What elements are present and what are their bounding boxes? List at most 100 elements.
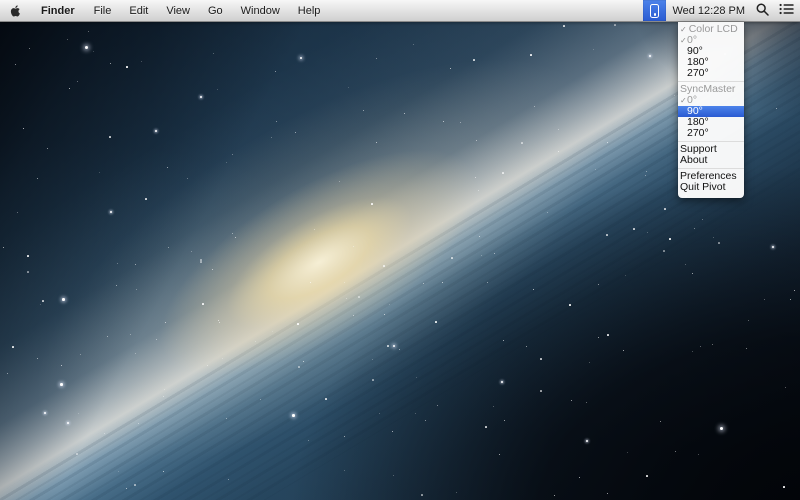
- star: [571, 400, 572, 401]
- star: [598, 284, 599, 285]
- menu-separator: [678, 141, 744, 142]
- star: [772, 246, 774, 248]
- desktop: Finder FileEditViewGoWindowHelp Wed 12:2…: [0, 0, 800, 500]
- menubar-menu-go[interactable]: Go: [199, 0, 232, 21]
- menubar-app-menu[interactable]: Finder: [31, 0, 85, 21]
- star: [698, 454, 699, 455]
- menubar-menu-file[interactable]: File: [85, 0, 121, 21]
- star: [228, 479, 229, 480]
- apple-menu[interactable]: [0, 0, 31, 21]
- menubar-menu-window[interactable]: Window: [232, 0, 289, 21]
- star: [62, 298, 65, 301]
- star: [37, 358, 38, 359]
- star: [3, 247, 4, 248]
- star: [141, 61, 142, 62]
- star: [67, 422, 69, 424]
- star: [501, 381, 503, 383]
- star: [718, 242, 720, 244]
- star: [187, 178, 188, 179]
- star: [135, 353, 136, 354]
- menu-item-syncmaster-270deg[interactable]: 270°: [678, 128, 744, 139]
- star: [276, 121, 277, 122]
- star: [298, 366, 300, 368]
- star: [218, 320, 219, 321]
- menu-item-color-lcd-270deg[interactable]: 270°: [678, 68, 744, 79]
- star: [110, 63, 111, 64]
- star: [232, 233, 233, 234]
- star: [12, 346, 14, 348]
- star: [145, 198, 147, 200]
- menubar-clock[interactable]: Wed 12:28 PM: [666, 5, 750, 17]
- notification-center-menu-extra[interactable]: [775, 0, 800, 21]
- star: [442, 282, 443, 283]
- star: [207, 365, 208, 366]
- star: [713, 237, 714, 238]
- star: [485, 426, 487, 428]
- star: [694, 228, 695, 229]
- star: [627, 452, 628, 453]
- star: [450, 68, 451, 69]
- star: [191, 251, 192, 252]
- star: [589, 362, 590, 363]
- star: [126, 66, 128, 68]
- star: [297, 323, 299, 325]
- star: [521, 142, 523, 144]
- star: [712, 344, 713, 345]
- star: [534, 106, 535, 107]
- star: [764, 299, 765, 300]
- star: [383, 265, 385, 267]
- star: [593, 49, 594, 50]
- star: [213, 53, 214, 54]
- star: [503, 340, 504, 341]
- menu-item-about[interactable]: About: [678, 155, 744, 166]
- star: [547, 212, 548, 213]
- star: [558, 151, 559, 152]
- star: [607, 334, 609, 336]
- star: [76, 453, 78, 455]
- star: [504, 420, 505, 421]
- star: [478, 190, 479, 191]
- menubar-menu-help[interactable]: Help: [289, 0, 330, 21]
- star: [308, 440, 309, 441]
- star: [163, 471, 164, 472]
- pivot-dropdown-menu: ✓Color LCD✓0°90°180°270°SyncMaster✓0°90°…: [678, 22, 744, 198]
- star: [200, 261, 202, 263]
- star: [77, 81, 78, 82]
- star: [685, 264, 686, 265]
- star: [272, 331, 273, 332]
- spotlight-menu-extra[interactable]: [750, 0, 775, 21]
- menubar-menu-edit[interactable]: Edit: [120, 0, 157, 21]
- menubar-menu-view[interactable]: View: [157, 0, 199, 21]
- star: [664, 208, 666, 210]
- star: [487, 282, 488, 283]
- star: [104, 433, 105, 434]
- star: [27, 271, 29, 273]
- star: [387, 345, 389, 347]
- star: [339, 181, 340, 182]
- star: [44, 412, 46, 414]
- star: [344, 436, 345, 437]
- star: [579, 477, 580, 478]
- star: [416, 377, 417, 378]
- star: [130, 334, 131, 335]
- menu-bar-left: Finder FileEditViewGoWindowHelp: [0, 0, 329, 21]
- star: [109, 136, 111, 138]
- star: [647, 232, 648, 233]
- star: [163, 396, 164, 397]
- star: [674, 95, 675, 96]
- menu-item-label: Quit Pivot: [680, 182, 726, 193]
- star: [40, 304, 41, 305]
- menu-item-label: 270°: [687, 128, 709, 139]
- star: [692, 351, 693, 352]
- menu-item-quit-pivot[interactable]: Quit Pivot: [678, 182, 744, 193]
- pivot-menu-extra[interactable]: [643, 0, 666, 21]
- star: [93, 51, 94, 52]
- star: [425, 420, 426, 421]
- star: [437, 405, 438, 406]
- star: [646, 171, 647, 172]
- star: [344, 282, 345, 283]
- star: [275, 71, 276, 72]
- star: [164, 389, 165, 390]
- star: [17, 212, 18, 213]
- star: [540, 358, 542, 360]
